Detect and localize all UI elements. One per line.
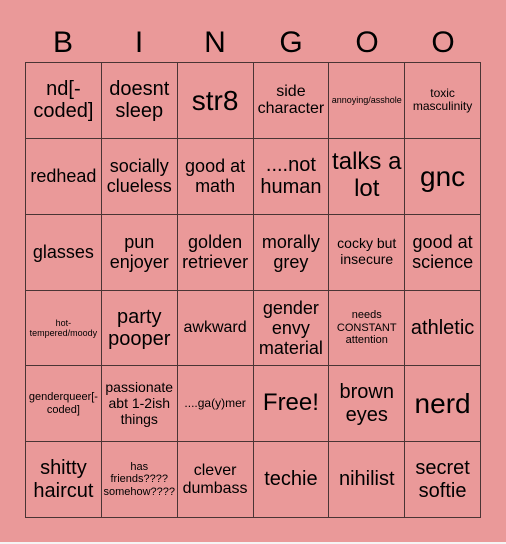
bingo-cell[interactable]: awkward [177, 290, 254, 367]
header-letter-b: B [52, 26, 73, 59]
bingo-cell[interactable]: clever dumbass [177, 442, 254, 518]
bingo-cell[interactable]: str8 [177, 63, 254, 139]
bingo-cell[interactable]: party pooper [101, 290, 178, 367]
bingo-cell[interactable]: has friends???? somehow???? [101, 442, 178, 518]
bingo-cell[interactable]: nihilist [329, 442, 406, 518]
bingo-cell[interactable]: nd[-coded] [26, 63, 102, 139]
header-letter-i: I [134, 26, 144, 59]
bingo-cell[interactable]: secret softie [405, 442, 481, 518]
bingo-cell[interactable]: morally grey [253, 214, 330, 291]
bingo-cell[interactable]: toxic masculinity [405, 63, 481, 139]
bingo-cell[interactable]: athletic [405, 290, 481, 367]
bingo-cell[interactable]: gnc [405, 138, 481, 215]
bingo-cell[interactable]: redhead [26, 138, 102, 215]
bingo-cell[interactable]: socially clueless [101, 138, 178, 215]
bingo-cell[interactable]: side character [253, 63, 330, 139]
bingo-cell[interactable]: passionate abt 1-2ish things [101, 366, 178, 443]
bingo-cell[interactable]: shitty haircut [26, 442, 102, 518]
bingo-cell[interactable]: pun enjoyer [101, 214, 178, 291]
bingo-cell[interactable]: talks a lot [329, 138, 406, 215]
free-space-cell[interactable]: Free! [253, 366, 330, 443]
bingo-cell[interactable]: annoying/asshole [329, 63, 406, 139]
bingo-cell[interactable]: cocky but insecure [329, 214, 406, 291]
bingo-cell[interactable]: nerd [405, 366, 481, 443]
bingo-cell[interactable]: hot-tempered/moody [26, 290, 102, 367]
bingo-cell[interactable]: gender envy material [253, 290, 330, 367]
bingo-cell[interactable]: ....ga(y)mer [177, 366, 254, 443]
bingo-grid: nd[-coded] doesnt sleep str8 side charac… [25, 62, 481, 518]
bingo-cell[interactable]: good at science [405, 214, 481, 291]
bingo-header: B I N G O O [25, 24, 481, 62]
bingo-cell[interactable]: good at math [177, 138, 254, 215]
bingo-cell[interactable]: doesnt sleep [101, 63, 178, 139]
bingo-cell[interactable]: golden retriever [177, 214, 254, 291]
header-letter-n: N [204, 26, 226, 59]
header-letter-g: G [279, 26, 303, 59]
bingo-cell[interactable]: glasses [26, 214, 102, 291]
header-letter-o: O [355, 26, 379, 59]
bingo-cell[interactable]: genderqueer[-coded] [26, 366, 102, 443]
bingo-cell[interactable]: techie [253, 442, 330, 518]
bingo-card: B I N G O O nd[-coded] doesnt sleep str8… [0, 0, 506, 542]
bingo-cell[interactable]: needs CONSTANT attention [329, 290, 406, 367]
bingo-cell[interactable]: ....not human [253, 138, 330, 215]
bingo-cell[interactable]: brown eyes [329, 366, 406, 443]
header-letter-o-2: O [431, 26, 455, 59]
